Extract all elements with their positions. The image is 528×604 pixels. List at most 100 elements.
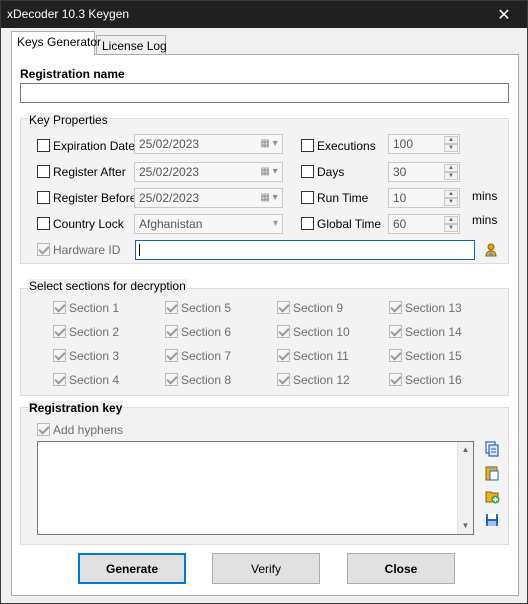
register-before-value: 25/02/2023 <box>139 191 200 205</box>
run-time-checkbox[interactable] <box>301 191 314 204</box>
country-lock-checkbox[interactable] <box>37 217 50 230</box>
sections-title: Select sections for decryption <box>28 279 187 293</box>
section-10-checkbox[interactable] <box>277 325 290 338</box>
days-label: Days <box>317 165 345 179</box>
close-button[interactable]: Close <box>347 553 455 584</box>
days-value: 30 <box>393 165 407 179</box>
section-16-checkbox[interactable] <box>389 373 402 386</box>
section-14-checkbox[interactable] <box>389 325 402 338</box>
executions-spin-buttons[interactable]: ▲ ▼ <box>444 136 458 152</box>
add-hyphens-checkbox[interactable] <box>37 423 50 436</box>
app-window: xDecoder 10.3 Keygen ✕ Keys Generator Li… <box>0 0 528 604</box>
days-checkbox[interactable] <box>301 165 314 178</box>
copy-icon[interactable] <box>484 441 500 457</box>
register-before-picker[interactable]: 25/02/2023 ▦ ▾ <box>134 188 283 208</box>
global-time-label: Global Time <box>317 217 382 231</box>
registration-key-scrollbar[interactable]: ▲ ▼ <box>457 442 473 534</box>
registration-key-title: Registration key <box>28 401 124 415</box>
section-5-checkbox[interactable] <box>165 301 178 314</box>
verify-button[interactable]: Verify <box>212 553 320 584</box>
executions-label: Executions <box>317 139 376 153</box>
global-time-stepper[interactable]: 60 ▲ ▼ <box>388 214 460 234</box>
hardware-id-checkbox[interactable] <box>37 243 50 256</box>
expiration-date-value: 25/02/2023 <box>139 137 200 151</box>
section-3-checkbox[interactable] <box>53 349 66 362</box>
expiration-date-picker[interactable]: 25/02/2023 ▦ ▾ <box>134 134 283 154</box>
scroll-down-icon[interactable]: ▼ <box>458 518 473 534</box>
section-7-label: Section 7 <box>181 349 232 363</box>
title-bar[interactable]: xDecoder 10.3 Keygen ✕ <box>1 1 527 28</box>
text-cursor <box>139 244 140 256</box>
window-title: xDecoder 10.3 Keygen <box>7 7 130 21</box>
section-2-checkbox[interactable] <box>53 325 66 338</box>
section-8-checkbox[interactable] <box>165 373 178 386</box>
paste-icon[interactable] <box>484 465 500 481</box>
executions-value: 100 <box>393 137 414 151</box>
section-6-checkbox[interactable] <box>165 325 178 338</box>
section-11-label: Section 11 <box>293 349 349 363</box>
add-hyphens-label: Add hyphens <box>53 423 124 437</box>
tab-keys-generator[interactable]: Keys Generator <box>11 31 101 55</box>
run-time-value: 10 <box>393 191 407 205</box>
country-select[interactable]: Afghanistan ▾ <box>134 214 283 234</box>
register-after-picker[interactable]: 25/02/2023 ▦ ▾ <box>134 162 283 182</box>
register-before-checkbox[interactable] <box>37 191 50 204</box>
days-stepper[interactable]: 30 ▲ ▼ <box>388 162 460 182</box>
section-7-checkbox[interactable] <box>165 349 178 362</box>
section-10-label: Section 10 <box>293 325 350 339</box>
executions-checkbox[interactable] <box>301 139 314 152</box>
save-icon[interactable] <box>484 512 500 528</box>
close-window-icon[interactable]: ✕ <box>481 1 527 28</box>
chevron-down-icon: ▾ <box>272 218 278 229</box>
section-13-checkbox[interactable] <box>389 301 402 314</box>
section-11-checkbox[interactable] <box>277 349 290 362</box>
section-9-checkbox[interactable] <box>277 301 290 314</box>
register-after-value: 25/02/2023 <box>139 165 200 179</box>
section-15-label: Section 15 <box>405 349 462 363</box>
calendar-icon[interactable]: ▦ ▾ <box>258 137 280 151</box>
section-1-label: Section 1 <box>69 301 120 315</box>
run-time-spin-buttons[interactable]: ▲ ▼ <box>444 190 458 206</box>
section-13-label: Section 13 <box>405 301 462 315</box>
run-time-stepper[interactable]: 10 ▲ ▼ <box>388 188 460 208</box>
executions-stepper[interactable]: 100 ▲ ▼ <box>388 134 460 154</box>
registration-key-textarea[interactable]: ▲ ▼ <box>37 441 474 535</box>
key-properties-title: Key Properties <box>28 113 109 127</box>
run-time-unit: mins <box>472 189 498 203</box>
section-12-checkbox[interactable] <box>277 373 290 386</box>
calendar-icon[interactable]: ▦ ▾ <box>258 165 280 179</box>
hardware-id-label: Hardware ID <box>53 243 121 257</box>
section-15-checkbox[interactable] <box>389 349 402 362</box>
global-time-checkbox[interactable] <box>301 217 314 230</box>
get-hardware-id-icon[interactable] <box>483 242 499 258</box>
keys-generator-panel: Registration name Key Properties Expirat… <box>11 54 519 596</box>
global-time-unit: mins <box>472 213 498 227</box>
generate-button[interactable]: Generate <box>78 553 186 584</box>
section-16-label: Section 16 <box>405 373 462 387</box>
register-after-checkbox[interactable] <box>37 165 50 178</box>
new-key-icon[interactable] <box>484 488 500 504</box>
section-12-label: Section 12 <box>293 373 350 387</box>
expiration-date-checkbox[interactable] <box>37 139 50 152</box>
days-spin-buttons[interactable]: ▲ ▼ <box>444 164 458 180</box>
section-14-label: Section 14 <box>405 325 462 339</box>
register-before-label: Register Before <box>53 191 137 205</box>
register-after-label: Register After <box>53 165 126 179</box>
section-9-label: Section 9 <box>293 301 344 315</box>
scroll-up-icon[interactable]: ▲ <box>458 442 473 458</box>
expiration-date-label: Expiration Date <box>53 139 136 153</box>
run-time-label: Run Time <box>317 191 369 205</box>
section-2-label: Section 2 <box>69 325 120 339</box>
country-select-value: Afghanistan <box>139 217 203 231</box>
hardware-id-input[interactable] <box>135 240 475 260</box>
registration-name-input[interactable] <box>20 83 509 103</box>
registration-name-label: Registration name <box>20 67 125 81</box>
section-4-label: Section 4 <box>69 373 120 387</box>
global-time-value: 60 <box>393 217 407 231</box>
global-time-spin-buttons[interactable]: ▲ ▼ <box>444 216 458 232</box>
country-lock-label: Country Lock <box>53 217 124 231</box>
section-1-checkbox[interactable] <box>53 301 66 314</box>
section-4-checkbox[interactable] <box>53 373 66 386</box>
tab-license-log[interactable]: License Log <box>96 35 167 55</box>
calendar-icon[interactable]: ▦ ▾ <box>258 191 280 205</box>
